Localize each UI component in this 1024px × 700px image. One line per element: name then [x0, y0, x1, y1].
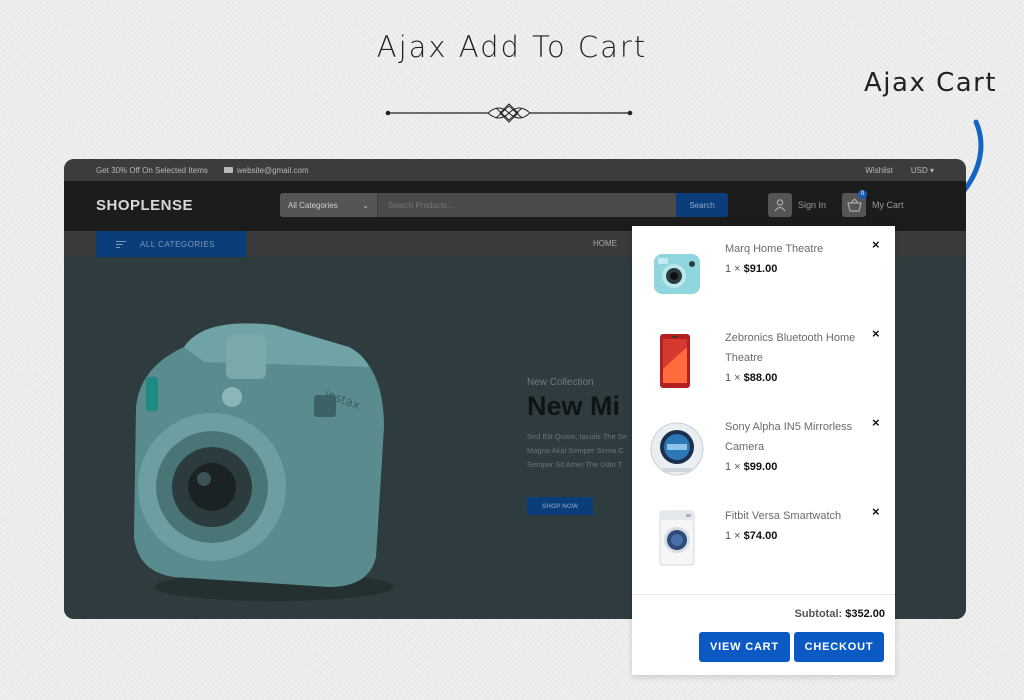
category-label: All Categories — [288, 200, 338, 210]
view-cart-button[interactable]: VIEW CART — [699, 632, 790, 662]
hero-description: Sed Elit Quam, Iaculis The Se Magna Akal… — [527, 430, 627, 472]
instant-camera-image: instax — [134, 323, 394, 601]
page-heading: Ajax Add To Cart — [376, 30, 648, 64]
sign-in-label: Sign In — [798, 200, 827, 210]
user-icon — [768, 193, 792, 217]
currency-label: USD — [910, 165, 928, 175]
cart-subtotal: Subtotal: $352.00 — [794, 608, 886, 620]
email-text: website@gmail.com — [236, 165, 309, 175]
close-icon: × — [872, 504, 880, 519]
cart-item-price: 1 × $74.00 — [725, 530, 778, 542]
category-select[interactable]: All Categories ⌄ — [280, 193, 378, 217]
remove-item-button[interactable]: × — [872, 415, 880, 430]
search-button[interactable]: Search — [676, 193, 728, 217]
cart-count-badge: 0 — [858, 190, 867, 199]
checkout-button[interactable]: CHECKOUT — [794, 632, 884, 662]
site-header: SHOPLENSE All Categories ⌄ Search Sign I… — [64, 181, 966, 231]
hero-line: Semper Sit Amet The Udin T — [527, 460, 623, 469]
close-icon: × — [872, 326, 880, 341]
hero-text: New Collection New Mi Sed Elit Quam, Iac… — [527, 377, 627, 472]
remove-item-button[interactable]: × — [872, 237, 880, 252]
search-bar: All Categories ⌄ Search — [280, 193, 728, 217]
top-bar: Get 30% Off On Selected Items website@gm… — [64, 159, 966, 181]
remove-item-button[interactable]: × — [872, 326, 880, 341]
ajax-cart-callout: Ajax Cart — [864, 68, 998, 98]
close-icon: × — [872, 237, 880, 252]
cart-item-price: 1 × $88.00 — [725, 372, 778, 384]
smart-speaker-thumbnail — [650, 422, 704, 476]
all-categories-button[interactable]: ALL CATEGORIES — [96, 231, 246, 258]
cart-item: Fitbit Versa Smartwatch 1 × $74.00 × — [632, 493, 895, 582]
cart-item-price: 1 × $99.00 — [725, 461, 778, 473]
basket-icon: 0 — [842, 190, 867, 217]
cart-item: Zebronics Bluetooth Home Theatre 1 × $88… — [632, 315, 895, 404]
cart-item-name[interactable]: Marq Home Theatre — [725, 239, 875, 259]
chevron-down-icon: ⌄ — [362, 200, 369, 210]
cart-item-price: 1 × $91.00 — [725, 263, 778, 275]
shop-now-button[interactable]: SHOP NOW — [527, 497, 593, 515]
close-icon: × — [872, 415, 880, 430]
sign-in-link[interactable]: Sign In — [768, 193, 826, 217]
hero-subtitle: New Collection — [527, 377, 594, 388]
cart-item: Marq Home Theatre 1 × $91.00 × — [632, 226, 895, 315]
ajax-cart-panel: Marq Home Theatre 1 × $91.00 × Zebronics… — [632, 226, 895, 675]
my-cart-link[interactable]: 0 My Cart — [842, 190, 904, 217]
wishlist-link[interactable]: Wishlist — [865, 166, 893, 175]
smartphone-thumbnail — [660, 334, 690, 388]
instant-camera-thumbnail — [654, 254, 700, 294]
hero-line: Sed Elit Quam, Iaculis The Se — [527, 432, 627, 441]
all-categories-label: ALL CATEGORIES — [140, 240, 216, 249]
washing-machine-thumbnail — [659, 510, 695, 566]
mail-icon — [223, 167, 233, 174]
my-cart-label: My Cart — [872, 200, 904, 210]
hero-line: Magna Akal Semper Sema C — [527, 446, 624, 455]
remove-item-button[interactable]: × — [872, 504, 880, 519]
ornament-divider-icon — [385, 103, 633, 123]
currency-select[interactable]: USD ▾ — [911, 166, 934, 175]
contact-email[interactable]: website@gmail.com — [223, 165, 309, 175]
chevron-down-icon: ▾ — [929, 165, 934, 175]
promo-text: Get 30% Off On Selected Items — [96, 165, 208, 175]
cart-divider — [632, 594, 895, 595]
cart-item-name[interactable]: Sony Alpha IN5 Mirrorless Camera — [725, 417, 875, 457]
nav-home-link[interactable]: HOME — [593, 239, 617, 248]
cart-item-name[interactable]: Fitbit Versa Smartwatch — [725, 506, 875, 526]
cart-item: Sony Alpha IN5 Mirrorless Camera 1 × $99… — [632, 404, 895, 493]
menu-icon — [116, 239, 126, 250]
site-logo[interactable]: SHOPLENSE — [96, 197, 193, 214]
search-input[interactable] — [378, 193, 676, 217]
hero-title: New Mi — [527, 391, 621, 421]
cart-item-name[interactable]: Zebronics Bluetooth Home Theatre — [725, 328, 875, 368]
